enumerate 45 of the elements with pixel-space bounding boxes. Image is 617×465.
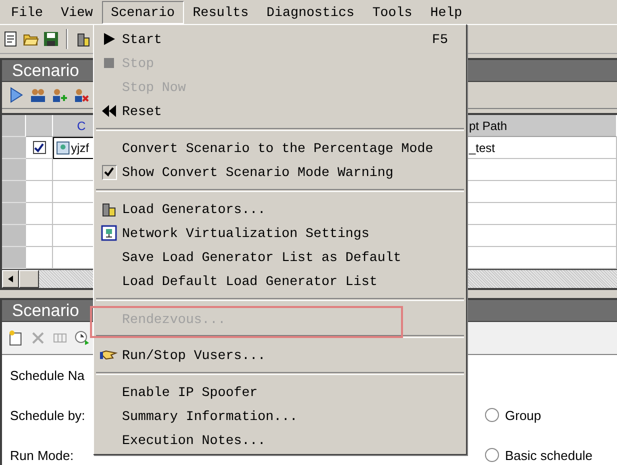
menu-item[interactable]: Convert Scenario to the Percentage Mode xyxy=(96,136,464,160)
left-arrow-icon xyxy=(8,275,13,283)
stop-icon xyxy=(104,58,114,68)
menu-title[interactable]: Tools xyxy=(363,0,422,24)
scroll-left-button[interactable] xyxy=(2,270,19,288)
menu-item[interactable]: Reset xyxy=(96,99,464,123)
menu-title[interactable]: Scenario xyxy=(102,0,184,24)
field-label: Run Mode: xyxy=(10,448,74,462)
script-icon xyxy=(56,141,70,155)
menu-item[interactable]: Start F5 xyxy=(96,27,464,51)
new-schedule-icon[interactable] xyxy=(8,330,24,346)
menu-item[interactable]: Show Convert Scenario Mode Warning xyxy=(96,160,464,184)
monitor-icon xyxy=(101,225,117,241)
building-icon[interactable] xyxy=(75,31,91,47)
scroll-thumb[interactable] xyxy=(19,270,39,288)
save-icon[interactable] xyxy=(43,31,59,47)
field-label: Schedule Na xyxy=(10,368,84,382)
rewind-icon xyxy=(102,105,116,117)
menu-title[interactable]: File xyxy=(2,0,52,24)
building-icon xyxy=(101,201,117,217)
script-name: yjzf xyxy=(71,141,89,155)
users-icon[interactable] xyxy=(30,87,46,103)
menu-item[interactable]: Load Default Load Generator List xyxy=(96,269,464,293)
menu-title[interactable]: Results xyxy=(184,0,258,24)
menu-item[interactable]: Load Generators... xyxy=(96,197,464,221)
play-icon xyxy=(103,33,115,45)
clock-icon[interactable] xyxy=(74,330,90,346)
menu-title[interactable]: View xyxy=(52,0,102,24)
menu-item[interactable]: Network Virtualization Settings xyxy=(96,221,464,245)
radio-button[interactable]: Basic schedule xyxy=(485,448,592,462)
remove-users-icon[interactable] xyxy=(74,87,90,103)
menu-item[interactable]: Run/Stop Vusers... xyxy=(96,343,464,367)
new-document-icon[interactable] xyxy=(3,31,19,47)
pointing-hand-icon xyxy=(100,349,118,361)
menu-title[interactable]: Help xyxy=(421,0,472,24)
menu-item[interactable]: Execution Notes... xyxy=(96,428,464,452)
menu-title[interactable]: Diagnostics xyxy=(258,0,364,24)
add-users-icon[interactable] xyxy=(52,87,68,103)
checkbox[interactable] xyxy=(32,141,46,154)
menu-item[interactable]: Enable IP Spoofer xyxy=(96,380,464,404)
play-icon[interactable] xyxy=(8,87,24,103)
field-label: Schedule by: xyxy=(10,408,86,422)
menu-item[interactable]: Summary Information... xyxy=(96,404,464,428)
menu-item[interactable]: Save Load Generator List as Default xyxy=(96,245,464,269)
radio-button[interactable]: Group xyxy=(485,408,542,422)
